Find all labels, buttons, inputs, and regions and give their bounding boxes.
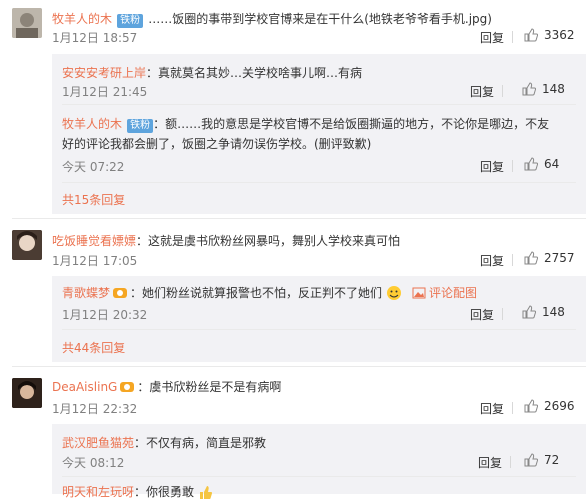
reply-header: 青歌蝶梦 ：她们粉丝说就算报警也不怕，反正判不了她们 评论配图 bbox=[62, 284, 477, 301]
like-count: 2696 bbox=[544, 399, 575, 413]
fan-level-icon bbox=[113, 287, 128, 298]
fan-badge-icon: 铁粉 bbox=[127, 119, 154, 133]
comment-header: DeaAislinG ：虞书欣粉丝是不是有病啊 bbox=[52, 378, 281, 395]
like-count: 64 bbox=[544, 157, 560, 171]
divider bbox=[512, 402, 513, 414]
reply-button[interactable]: 回复 bbox=[480, 29, 504, 46]
username-link[interactable]: DeaAislinG bbox=[52, 380, 117, 394]
reply-text: ：她们粉丝说就算报警也不怕，反正判不了她们 bbox=[130, 286, 383, 300]
username-link[interactable]: 青歌蝶梦 bbox=[62, 284, 110, 301]
thumbs-up-emoji-icon bbox=[200, 485, 213, 499]
thumbs-up-icon bbox=[524, 157, 538, 171]
thumbs-up-icon bbox=[524, 251, 538, 265]
divider bbox=[512, 254, 513, 266]
comment-text: ：虞书欣粉丝是不是有病啊 bbox=[137, 380, 282, 394]
like-count: 148 bbox=[542, 305, 565, 319]
reply-button[interactable]: 回复 bbox=[480, 400, 504, 417]
divider bbox=[62, 329, 576, 330]
username-link[interactable]: 安安安考研上岸 bbox=[62, 66, 146, 80]
like-button[interactable]: 3362 bbox=[524, 28, 575, 42]
emoji-icon bbox=[387, 285, 402, 300]
fan-badge-icon: 铁粉 bbox=[117, 14, 144, 28]
reply-time: 今天 08:12 bbox=[62, 456, 125, 470]
divider bbox=[12, 366, 586, 367]
more-replies-link[interactable]: 共44条回复 bbox=[62, 339, 125, 356]
reply-button[interactable]: 回复 bbox=[470, 306, 494, 323]
more-replies-link[interactable]: 共15条回复 bbox=[62, 191, 125, 208]
fan-level-icon bbox=[120, 381, 135, 392]
like-button[interactable]: 72 bbox=[524, 453, 559, 467]
reply-header: 明天和左玩呀 ：你很勇敢 bbox=[62, 483, 213, 500]
like-button[interactable]: 2757 bbox=[524, 251, 575, 265]
reply-time: 1月12日 21:45 bbox=[62, 85, 148, 99]
reply-text: ：你很勇敢 bbox=[134, 485, 195, 499]
reply-text-continued: 好的评论我都会删了，饭圈之争请勿误伤学校。(删评致歉) bbox=[62, 137, 372, 151]
reply-button[interactable]: 回复 bbox=[480, 252, 504, 269]
reply-text: ：额……我的意思是学校官博不是给饭圈撕逼的地方，不论你是哪边，不友 bbox=[153, 117, 550, 131]
comment-text: ：这就是虞书欣粉丝网暴吗，舞别人学校来真可怕 bbox=[136, 234, 401, 248]
divider bbox=[502, 85, 503, 97]
username-link[interactable]: 牧羊人的木 bbox=[52, 12, 112, 26]
username-link[interactable]: 吃饭睡觉看嫖嫖 bbox=[52, 234, 136, 248]
avatar-image bbox=[12, 8, 42, 38]
reply-time: 今天 07:22 bbox=[62, 160, 125, 174]
avatar-image bbox=[12, 230, 42, 260]
divider bbox=[62, 104, 576, 105]
like-count: 148 bbox=[542, 82, 565, 96]
image-icon bbox=[412, 287, 426, 298]
reply-header: 牧羊人的木 铁粉 ：额……我的意思是学校官博不是给饭圈撕逼的地方，不论你是哪边，不… bbox=[62, 113, 549, 133]
divider bbox=[512, 31, 513, 43]
reply-time: 1月12日 20:32 bbox=[62, 308, 148, 322]
thumbs-up-icon bbox=[522, 82, 536, 96]
thumbs-up-icon bbox=[522, 305, 536, 319]
reply-header: 安安安考研上岸：真就莫名其妙…关学校啥事儿啊…有病 bbox=[62, 62, 362, 81]
avatar[interactable] bbox=[12, 378, 42, 408]
comment-header: 吃饭睡觉看嫖嫖：这就是虞书欣粉丝网暴吗，舞别人学校来真可怕 bbox=[52, 230, 400, 249]
reply-button[interactable]: 回复 bbox=[480, 158, 504, 175]
like-count: 72 bbox=[544, 453, 560, 467]
divider bbox=[512, 160, 513, 172]
comment-text: ……饭圈的事带到学校官博来是在干什么(地铁老爷爷看手机.jpg) bbox=[148, 12, 492, 26]
like-button[interactable]: 148 bbox=[522, 305, 565, 319]
divider bbox=[62, 476, 576, 477]
thumbs-up-icon bbox=[524, 453, 538, 467]
thumbs-up-icon bbox=[524, 28, 538, 42]
reply-header: 武汉肥鱼猫苑：不仅有病，简直是邪教 bbox=[62, 432, 266, 451]
avatar-image bbox=[12, 378, 42, 408]
like-button[interactable]: 148 bbox=[522, 82, 565, 96]
username-link[interactable]: 牧羊人的木 bbox=[62, 117, 122, 131]
thumbs-up-icon bbox=[524, 399, 538, 413]
comment-time: 1月12日 17:05 bbox=[52, 254, 138, 268]
like-button[interactable]: 2696 bbox=[524, 399, 575, 413]
divider bbox=[502, 308, 503, 320]
divider bbox=[510, 456, 511, 468]
divider bbox=[12, 218, 586, 219]
like-button[interactable]: 64 bbox=[524, 157, 559, 171]
like-count: 3362 bbox=[544, 28, 575, 42]
reply-text: ：不仅有病，简直是邪教 bbox=[134, 436, 267, 450]
reply-text: ：真就莫名其妙…关学校啥事儿啊…有病 bbox=[146, 66, 363, 80]
divider bbox=[62, 182, 576, 183]
reply-button[interactable]: 回复 bbox=[478, 454, 502, 471]
comment-time: 1月12日 18:57 bbox=[52, 31, 138, 45]
avatar[interactable] bbox=[12, 230, 42, 260]
like-count: 2757 bbox=[544, 251, 575, 265]
comment-header: 牧羊人的木 铁粉 ……饭圈的事带到学校官博来是在干什么(地铁老爷爷看手机.jpg… bbox=[52, 8, 492, 28]
comment-time: 1月12日 22:32 bbox=[52, 402, 138, 416]
reply-button[interactable]: 回复 bbox=[470, 83, 494, 100]
avatar[interactable] bbox=[12, 8, 42, 38]
comment-pics-link[interactable]: 评论配图 bbox=[429, 284, 477, 301]
username-link[interactable]: 武汉肥鱼猫苑 bbox=[62, 436, 134, 450]
username-link[interactable]: 明天和左玩呀 bbox=[62, 483, 134, 500]
